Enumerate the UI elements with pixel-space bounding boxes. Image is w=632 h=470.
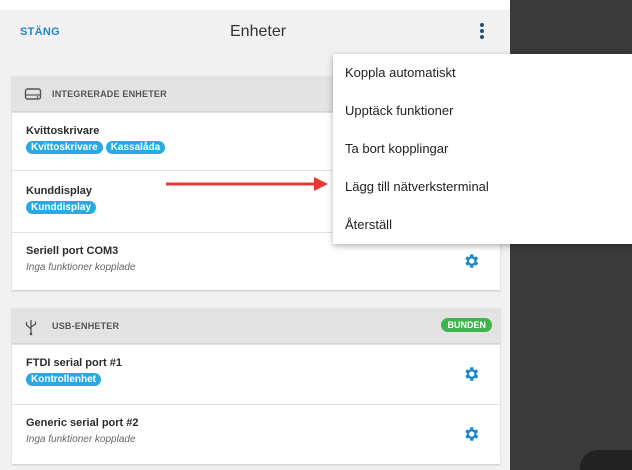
hard-drive-icon: [24, 86, 42, 107]
device-name: FTDI serial port #1: [26, 357, 122, 369]
menu-item-aterstall[interactable]: Återställ: [345, 217, 392, 232]
gear-icon[interactable]: [462, 425, 480, 443]
gear-icon[interactable]: [462, 365, 480, 383]
device-tags: Kvittoskrivare Kassalåda: [26, 141, 166, 154]
annotation-arrow-icon: [166, 177, 328, 191]
usb-devices-label: USB-ENHETER: [52, 321, 120, 331]
more-vert-icon[interactable]: [476, 22, 488, 42]
menu-item-upptack-funktioner[interactable]: Upptäck funktioner: [345, 103, 453, 118]
tag-badge: Kassalåda: [105, 141, 166, 154]
device-tags: Kontrollenhet: [26, 373, 101, 386]
device-tags: Kunddisplay: [26, 201, 97, 214]
tag-badge: Kunddisplay: [26, 201, 97, 214]
overflow-menu: Koppla automatiskt Upptäck funktioner Ta…: [333, 54, 632, 244]
device-subtitle: Inga funktioner kopplade: [26, 434, 136, 445]
device-row-ftdi[interactable]: FTDI serial port #1 Kontrollenhet: [12, 344, 500, 404]
usb-devices-section: USB-ENHETER BUNDEN FTDI serial port #1 K…: [12, 308, 500, 464]
integrated-devices-label: INTEGRERADE ENHETER: [52, 89, 167, 99]
tag-badge: Kvittoskrivare: [26, 141, 103, 154]
device-name: Kunddisplay: [26, 185, 93, 197]
menu-item-lagg-till-natverksterminal[interactable]: Lägg till nätverksterminal: [345, 179, 489, 194]
screen: STÄNG Enheter INTEGRERADE ENHETER Kvitto…: [0, 0, 632, 470]
page-title: Enheter: [230, 23, 287, 40]
top-bar: STÄNG Enheter: [0, 10, 510, 56]
usb-icon: [24, 318, 38, 341]
device-row-generic-serial[interactable]: Generic serial port #2 Inga funktioner k…: [12, 404, 500, 464]
gear-icon[interactable]: [462, 252, 480, 270]
status-badge: BUNDEN: [441, 318, 492, 332]
device-name: Kvittoskrivare: [26, 125, 100, 137]
tag-badge: Kontrollenhet: [26, 373, 101, 386]
menu-item-koppla-automatiskt[interactable]: Koppla automatiskt: [345, 65, 456, 80]
background-dark-corner: [580, 450, 632, 470]
device-name: Generic serial port #2: [26, 417, 139, 429]
device-name: Seriell port COM3: [26, 245, 119, 257]
device-subtitle: Inga funktioner kopplade: [26, 262, 136, 273]
menu-item-ta-bort-kopplingar[interactable]: Ta bort kopplingar: [345, 141, 448, 156]
usb-devices-header: USB-ENHETER BUNDEN: [12, 308, 500, 344]
close-button[interactable]: STÄNG: [20, 26, 60, 38]
